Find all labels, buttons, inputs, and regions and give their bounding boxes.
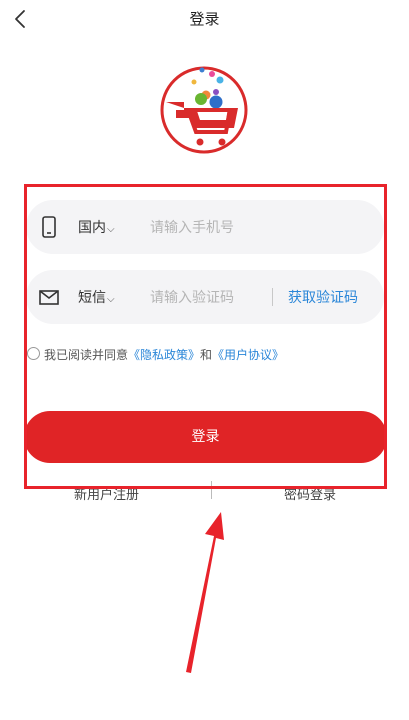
annotation-highlight-box bbox=[24, 184, 387, 489]
app-logo bbox=[160, 62, 248, 158]
page-title: 登录 bbox=[189, 10, 220, 28]
